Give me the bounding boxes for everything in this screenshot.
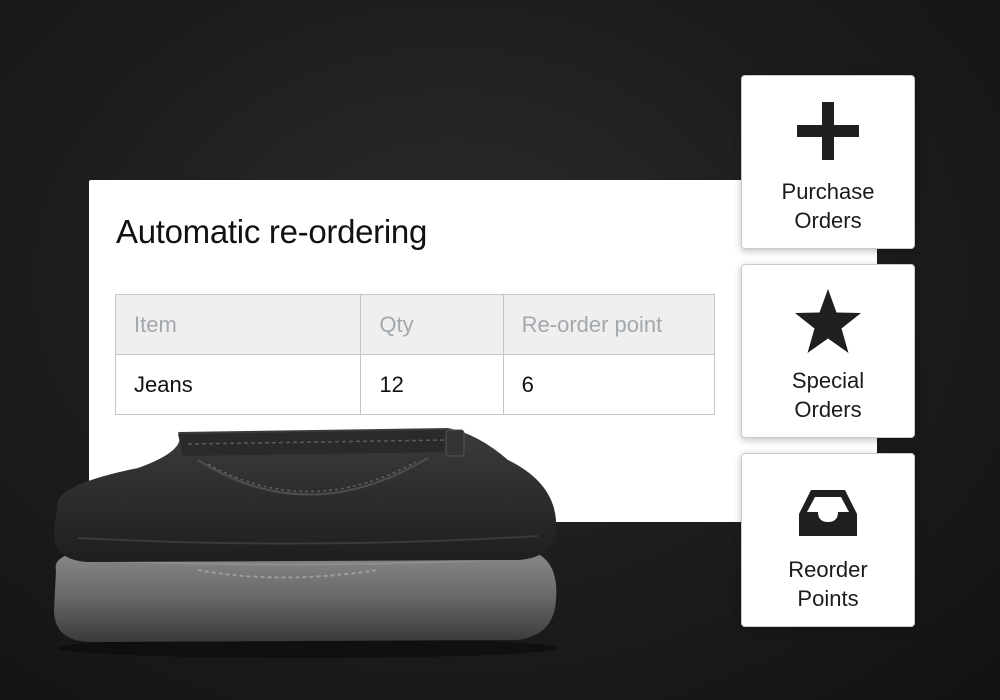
reorder-table: Item Qty Re-order point Jeans 12 6 [114, 294, 716, 415]
cell-item: Jeans [114, 354, 362, 415]
header-reorder-point: Re-order point [502, 294, 716, 355]
jeans-image [53, 428, 558, 658]
special-orders-button[interactable]: Special Orders [741, 264, 915, 438]
plus-icon [797, 102, 859, 160]
table-row[interactable]: Jeans 12 6 [114, 354, 716, 415]
header-item: Item [114, 294, 362, 355]
table-header-row: Item Qty Re-order point [114, 294, 716, 355]
purchase-orders-button[interactable]: Purchase Orders [741, 75, 915, 249]
card-title: Automatic re-ordering [116, 213, 428, 250]
purchase-orders-label: Purchase Orders [781, 179, 875, 233]
star-icon [795, 289, 861, 353]
special-orders-label: Special Orders [791, 368, 865, 422]
reorder-points-label: Reorder Points [788, 557, 868, 611]
reorder-points-button[interactable]: Reorder Points [741, 453, 915, 627]
inbox-tray-icon [799, 490, 857, 536]
header-qty: Qty [360, 294, 504, 355]
cell-qty: 12 [360, 354, 504, 415]
cell-reorder-point: 6 [502, 354, 716, 415]
